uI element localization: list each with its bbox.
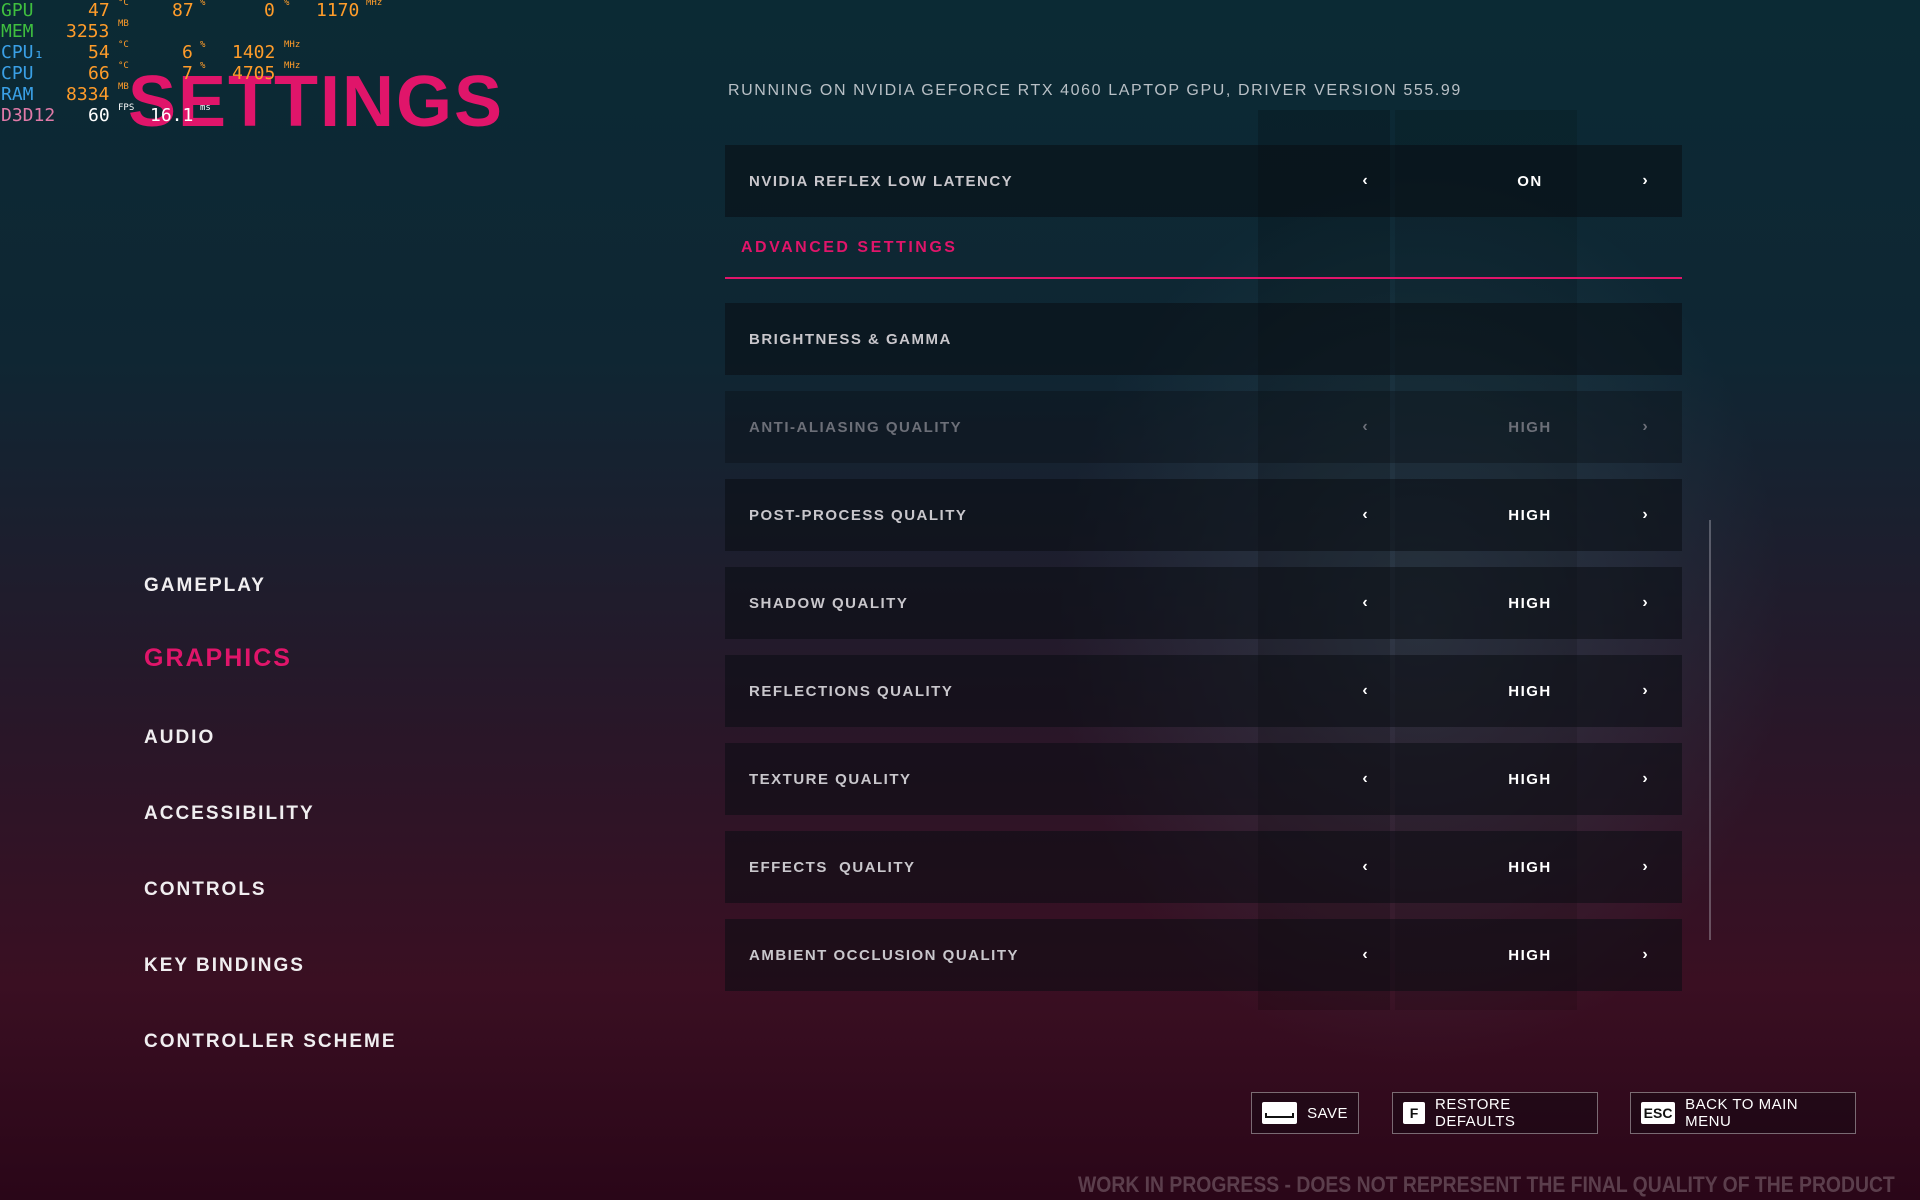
osd-unit: MB [118, 19, 129, 29]
osd-value: 47 [88, 0, 110, 21]
chevron-right-icon[interactable]: › [1635, 506, 1655, 524]
driver-info: RUNNING ON NVIDIA GEFORCE RTX 4060 LAPTO… [728, 82, 1462, 99]
setting-label: POST-PROCESS QUALITY [749, 506, 968, 524]
osd-value: 3253 [66, 21, 110, 42]
osd-unit: °C [118, 40, 129, 50]
setting-label: ANTI-ALIASING QUALITY [749, 418, 963, 436]
osd-unit: FPS [118, 103, 135, 113]
setting-row-brightness-gamma[interactable]: BRIGHTNESS & GAMMA [725, 303, 1682, 375]
setting-row-reflections[interactable]: REFLECTIONS QUALITY ‹ HIGH › [725, 655, 1682, 727]
setting-label: AMBIENT OCCLUSION QUALITY [749, 946, 1019, 964]
setting-row-effects[interactable]: EFFECTS QUALITY ‹ HIGH › [725, 831, 1682, 903]
nav-item-audio[interactable]: AUDIO [144, 726, 564, 802]
osd-value: 87 [172, 0, 194, 21]
chevron-left-icon: ‹ [1362, 418, 1368, 435]
back-to-main-menu-button[interactable]: ESC BACK TO MAIN MENU [1630, 1092, 1856, 1134]
setting-label: EFFECTS QUALITY [749, 858, 916, 876]
osd-unit: MHz [284, 40, 301, 50]
setting-value: HIGH [1508, 418, 1552, 436]
back-to-main-menu-label: BACK TO MAIN MENU [1685, 1096, 1799, 1130]
chevron-left-icon[interactable]: ‹ [1355, 506, 1375, 524]
setting-value: HIGH [1508, 858, 1552, 876]
setting-value: HIGH [1508, 946, 1552, 964]
osd-unit: MB [118, 82, 129, 92]
osd-unit: ms [200, 103, 211, 113]
osd-value: 60 [88, 105, 110, 126]
nav-item-accessibility[interactable]: ACCESSIBILITY [144, 802, 564, 878]
f-key-icon: F [1403, 1102, 1425, 1124]
settings-category-nav: GAMEPLAY GRAPHICS AUDIO ACCESSIBILITY CO… [144, 574, 564, 1106]
osd-unit: MHz [366, 0, 383, 8]
setting-value: HIGH [1508, 506, 1552, 524]
osd-label: CPU₁ [1, 42, 45, 63]
section-header-label: ADVANCED SETTINGS [741, 239, 958, 256]
osd-unit: °C [118, 61, 129, 71]
save-label: SAVE [1307, 1104, 1348, 1122]
osd-label: D3D12 [1, 105, 56, 126]
osd-label: MEM [1, 21, 34, 42]
setting-row-reflex[interactable]: NVIDIA REFLEX LOW LATENCY ‹ ON › [725, 145, 1682, 217]
nav-item-graphics[interactable]: GRAPHICS [144, 646, 564, 726]
osd-value: 4705 [232, 63, 276, 84]
setting-value: ON [1517, 172, 1543, 190]
osd-unit: % [284, 0, 290, 8]
nav-item-controls[interactable]: CONTROLS [144, 878, 564, 954]
save-button[interactable]: SAVE [1251, 1092, 1359, 1134]
osd-value: 54 [88, 42, 110, 63]
restore-defaults-label: RESTORE DEFAULTS [1435, 1096, 1516, 1130]
esc-key-icon: ESC [1641, 1102, 1676, 1124]
chevron-right-icon[interactable]: › [1635, 594, 1655, 612]
nav-item-key-bindings[interactable]: KEY BINDINGS [144, 954, 564, 1030]
chevron-right-icon[interactable]: › [1635, 682, 1655, 700]
nav-item-controller-scheme[interactable]: CONTROLLER SCHEME [144, 1030, 564, 1106]
setting-value: HIGH [1508, 594, 1552, 612]
chevron-left-icon[interactable]: ‹ [1355, 594, 1375, 612]
chevron-right-icon[interactable]: › [1635, 946, 1655, 964]
setting-label: SHADOW QUALITY [749, 594, 909, 612]
setting-label: TEXTURE QUALITY [749, 770, 912, 788]
osd-unit: % [200, 40, 206, 50]
osd-value: 1402 [232, 42, 276, 63]
chevron-right-icon[interactable]: › [1635, 172, 1655, 190]
osd-value: 6 [182, 42, 193, 63]
setting-row-post-process[interactable]: POST-PROCESS QUALITY ‹ HIGH › [725, 479, 1682, 551]
osd-value: 1170 [316, 0, 360, 21]
osd-value: 66 [88, 63, 110, 84]
osd-value: 16.1 [150, 105, 194, 126]
graphics-settings-list: NVIDIA REFLEX LOW LATENCY ‹ ON › ADVANCE… [725, 145, 1682, 1007]
setting-label: REFLECTIONS QUALITY [749, 682, 954, 700]
chevron-left-icon[interactable]: ‹ [1355, 682, 1375, 700]
chevron-right-icon[interactable]: › [1635, 858, 1655, 876]
restore-defaults-button[interactable]: F RESTORE DEFAULTS [1392, 1092, 1598, 1134]
chevron-right-icon: › [1642, 418, 1648, 435]
work-in-progress-notice: WORK IN PROGRESS - DOES NOT REPRESENT TH… [1078, 1172, 1895, 1197]
osd-label: CPU [1, 63, 34, 84]
osd-label: GPU [1, 0, 34, 21]
osd-unit: MHz [284, 61, 301, 71]
osd-unit: % [200, 0, 206, 8]
setting-value: HIGH [1508, 682, 1552, 700]
setting-row-texture[interactable]: TEXTURE QUALITY ‹ HIGH › [725, 743, 1682, 815]
osd-label: RAM [1, 84, 34, 105]
setting-row-ambient-occlusion[interactable]: AMBIENT OCCLUSION QUALITY ‹ HIGH › [725, 919, 1682, 991]
chevron-left-icon[interactable]: ‹ [1355, 770, 1375, 788]
setting-row-anti-aliasing: ANTI-ALIASING QUALITY ‹ HIGH › [725, 391, 1682, 463]
settings-scrollbar[interactable] [1709, 520, 1711, 940]
setting-label: BRIGHTNESS & GAMMA [749, 330, 952, 348]
osd-value: 7 [182, 63, 193, 84]
section-header-advanced: ADVANCED SETTINGS [725, 217, 1682, 279]
spacebar-key-icon [1262, 1102, 1298, 1124]
setting-label: NVIDIA REFLEX LOW LATENCY [749, 172, 1014, 190]
chevron-left-icon[interactable]: ‹ [1355, 172, 1375, 190]
setting-row-shadow[interactable]: SHADOW QUALITY ‹ HIGH › [725, 567, 1682, 639]
chevron-left-icon[interactable]: ‹ [1355, 858, 1375, 876]
setting-value: HIGH [1508, 770, 1552, 788]
osd-value: 8334 [66, 84, 110, 105]
nav-item-gameplay[interactable]: GAMEPLAY [144, 574, 564, 650]
osd-unit: % [200, 61, 206, 71]
osd-value: 0 [264, 0, 275, 21]
osd-unit: °C [118, 0, 129, 8]
chevron-right-icon[interactable]: › [1635, 770, 1655, 788]
chevron-left-icon[interactable]: ‹ [1355, 946, 1375, 964]
